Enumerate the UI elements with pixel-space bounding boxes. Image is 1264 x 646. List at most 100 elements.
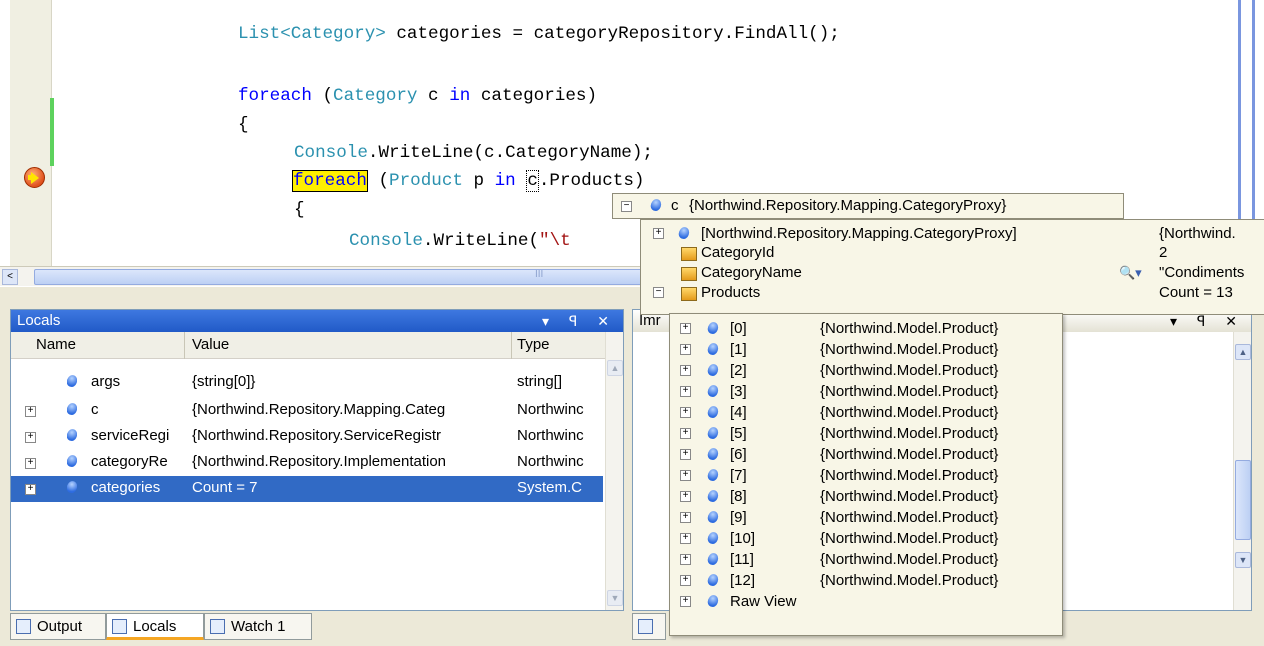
variable-type: Northwinc [517, 427, 584, 444]
column-header-value[interactable]: Value [192, 336, 229, 353]
current-statement-highlight: foreach [292, 170, 368, 192]
datatip-row[interactable]: − Products Count = 13 [641, 282, 1264, 303]
gem-icon [706, 423, 720, 444]
locals-row[interactable]: + categoryRe {Northwind.Repository.Imple… [11, 450, 603, 476]
scroll-thumb[interactable] [1235, 460, 1251, 540]
member-value: {Northwind.Model.Product} [820, 509, 999, 526]
product-row[interactable]: + [1] {Northwind.Model.Product} [670, 339, 1062, 360]
product-row[interactable]: + [7] {Northwind.Model.Product} [670, 465, 1062, 486]
code-token: Category [333, 86, 418, 106]
member-value: {Northwind.Model.Product} [820, 341, 999, 358]
datatip-row[interactable]: CategoryName 🔍▾ "Condiments [641, 262, 1264, 283]
code-line-6[interactable]: { [294, 200, 305, 220]
expand-icon[interactable]: + [25, 458, 36, 469]
product-row[interactable]: + [6] {Northwind.Model.Product} [670, 444, 1062, 465]
indicator-margin[interactable] [10, 0, 52, 270]
immediate-vertical-scrollbar[interactable]: ▲ ▼ [1233, 332, 1251, 610]
product-row[interactable]: + [10] {Northwind.Model.Product} [670, 528, 1062, 549]
code-line-4[interactable]: Console.WriteLine(c.CategoryName); [294, 143, 653, 163]
product-row[interactable]: + [4] {Northwind.Model.Product} [670, 402, 1062, 423]
code-token: categories) [470, 86, 598, 106]
code-line-5[interactable]: foreach (Product p in c.Products) [292, 170, 644, 192]
expand-icon[interactable]: + [680, 533, 691, 544]
product-row[interactable]: + [9] {Northwind.Model.Product} [670, 507, 1062, 528]
expand-icon[interactable]: + [680, 512, 691, 523]
hovered-variable[interactable]: c [526, 170, 539, 192]
locals-row[interactable]: args {string[0]} string[] [11, 370, 603, 396]
code-line-3[interactable]: { [238, 115, 249, 135]
product-row[interactable]: + [3] {Northwind.Model.Product} [670, 381, 1062, 402]
datatip-members: + [Northwind.Repository.Mapping.Category… [640, 219, 1264, 315]
expand-icon[interactable]: + [25, 406, 36, 417]
variable-name: args [91, 373, 121, 390]
tab-watch-1[interactable]: Watch 1 [204, 613, 312, 640]
column-separator[interactable] [184, 332, 185, 359]
product-row[interactable]: + [12] {Northwind.Model.Product} [670, 570, 1062, 591]
expand-icon[interactable]: + [25, 432, 36, 443]
expand-icon[interactable]: + [680, 554, 691, 565]
expand-icon[interactable]: + [653, 228, 664, 239]
visualizer-magnifier-icon[interactable]: 🔍▾ [1119, 262, 1142, 283]
gem-icon [706, 444, 720, 465]
tab-label: Locals [133, 618, 177, 635]
product-row[interactable]: + [2] {Northwind.Model.Product} [670, 360, 1062, 381]
gem-icon [706, 570, 720, 591]
column-header-name[interactable]: Name [36, 336, 76, 353]
gem-icon [706, 360, 720, 381]
locals-row-selected[interactable]: + categories Count = 7 System.C [11, 476, 603, 502]
member-value: {Northwind.Model.Product} [820, 572, 999, 589]
expand-icon[interactable]: + [680, 596, 691, 607]
code-line-7[interactable]: Console.WriteLine("\t [349, 231, 571, 251]
member-name: [8] [730, 488, 747, 505]
property-icon [681, 284, 697, 305]
locals-vertical-scrollbar[interactable]: ▲ ▼ [605, 332, 623, 610]
datatip-root[interactable]: − c {Northwind.Repository.Mapping.Catego… [612, 193, 1124, 219]
collapse-icon[interactable]: − [653, 287, 664, 298]
scroll-down-arrow-icon[interactable]: ▼ [1235, 552, 1251, 568]
code-line-2[interactable]: foreach (Category c in categories) [238, 86, 597, 106]
product-row[interactable]: + [5] {Northwind.Model.Product} [670, 423, 1062, 444]
product-row[interactable]: + [11] {Northwind.Model.Product} [670, 549, 1062, 570]
datatip-row[interactable]: CategoryId 2 [641, 242, 1264, 263]
member-name: [Northwind.Repository.Mapping.CategoryPr… [701, 225, 1017, 242]
column-separator[interactable] [511, 332, 512, 359]
scroll-down-arrow-icon[interactable]: ▼ [607, 590, 623, 606]
scroll-left-arrow-icon[interactable]: < [2, 269, 18, 285]
product-row[interactable]: + [0] {Northwind.Model.Product} [670, 318, 1062, 339]
column-header-type[interactable]: Type [517, 336, 550, 353]
datatip-variable-name: c [671, 197, 679, 214]
current-statement-arrow-icon[interactable] [24, 167, 45, 188]
scroll-up-arrow-icon[interactable]: ▲ [607, 360, 623, 376]
expand-icon[interactable]: + [680, 386, 691, 397]
expand-icon[interactable]: + [680, 575, 691, 586]
expand-icon[interactable]: + [680, 407, 691, 418]
variable-type: Northwinc [517, 453, 584, 470]
datatip-row[interactable]: + [Northwind.Repository.Mapping.Category… [641, 223, 1264, 244]
expand-icon[interactable]: + [25, 484, 36, 495]
locals-row[interactable]: + c {Northwind.Repository.Mapping.Categ … [11, 398, 603, 424]
gem-icon [706, 465, 720, 486]
expand-icon[interactable]: + [680, 428, 691, 439]
variable-name: c [91, 401, 99, 418]
expand-icon[interactable]: + [680, 344, 691, 355]
datatip-variable-value[interactable]: {Northwind.Repository.Mapping.CategoryPr… [689, 194, 1006, 218]
expand-icon[interactable]: + [680, 470, 691, 481]
expand-icon[interactable]: + [680, 323, 691, 334]
locals-row[interactable]: + serviceRegi {Northwind.Repository.Serv… [11, 424, 603, 450]
expand-icon[interactable]: + [680, 491, 691, 502]
scroll-up-arrow-icon[interactable]: ▲ [1235, 344, 1251, 360]
tab-output[interactable]: Output [10, 613, 106, 640]
expand-icon[interactable]: + [680, 365, 691, 376]
code-token: .WriteLine(c.CategoryName); [367, 143, 653, 163]
expand-icon[interactable]: + [680, 449, 691, 460]
product-row[interactable]: + [8] {Northwind.Model.Product} [670, 486, 1062, 507]
tab-locals[interactable]: Locals [106, 613, 204, 640]
product-row-raw-view[interactable]: + Raw View [670, 591, 1062, 612]
collapse-icon[interactable]: − [621, 201, 632, 212]
tab-label: Watch 1 [231, 618, 286, 635]
window-buttons[interactable]: ▾ ꟼ ✕ [542, 310, 617, 332]
code-line-1[interactable]: List<Category> categories = categoryRepo… [238, 24, 840, 44]
locals-title-bar[interactable]: Locals ▾ ꟼ ✕ [11, 310, 623, 332]
tab-immediate[interactable] [632, 613, 666, 640]
gem-icon [706, 486, 720, 507]
